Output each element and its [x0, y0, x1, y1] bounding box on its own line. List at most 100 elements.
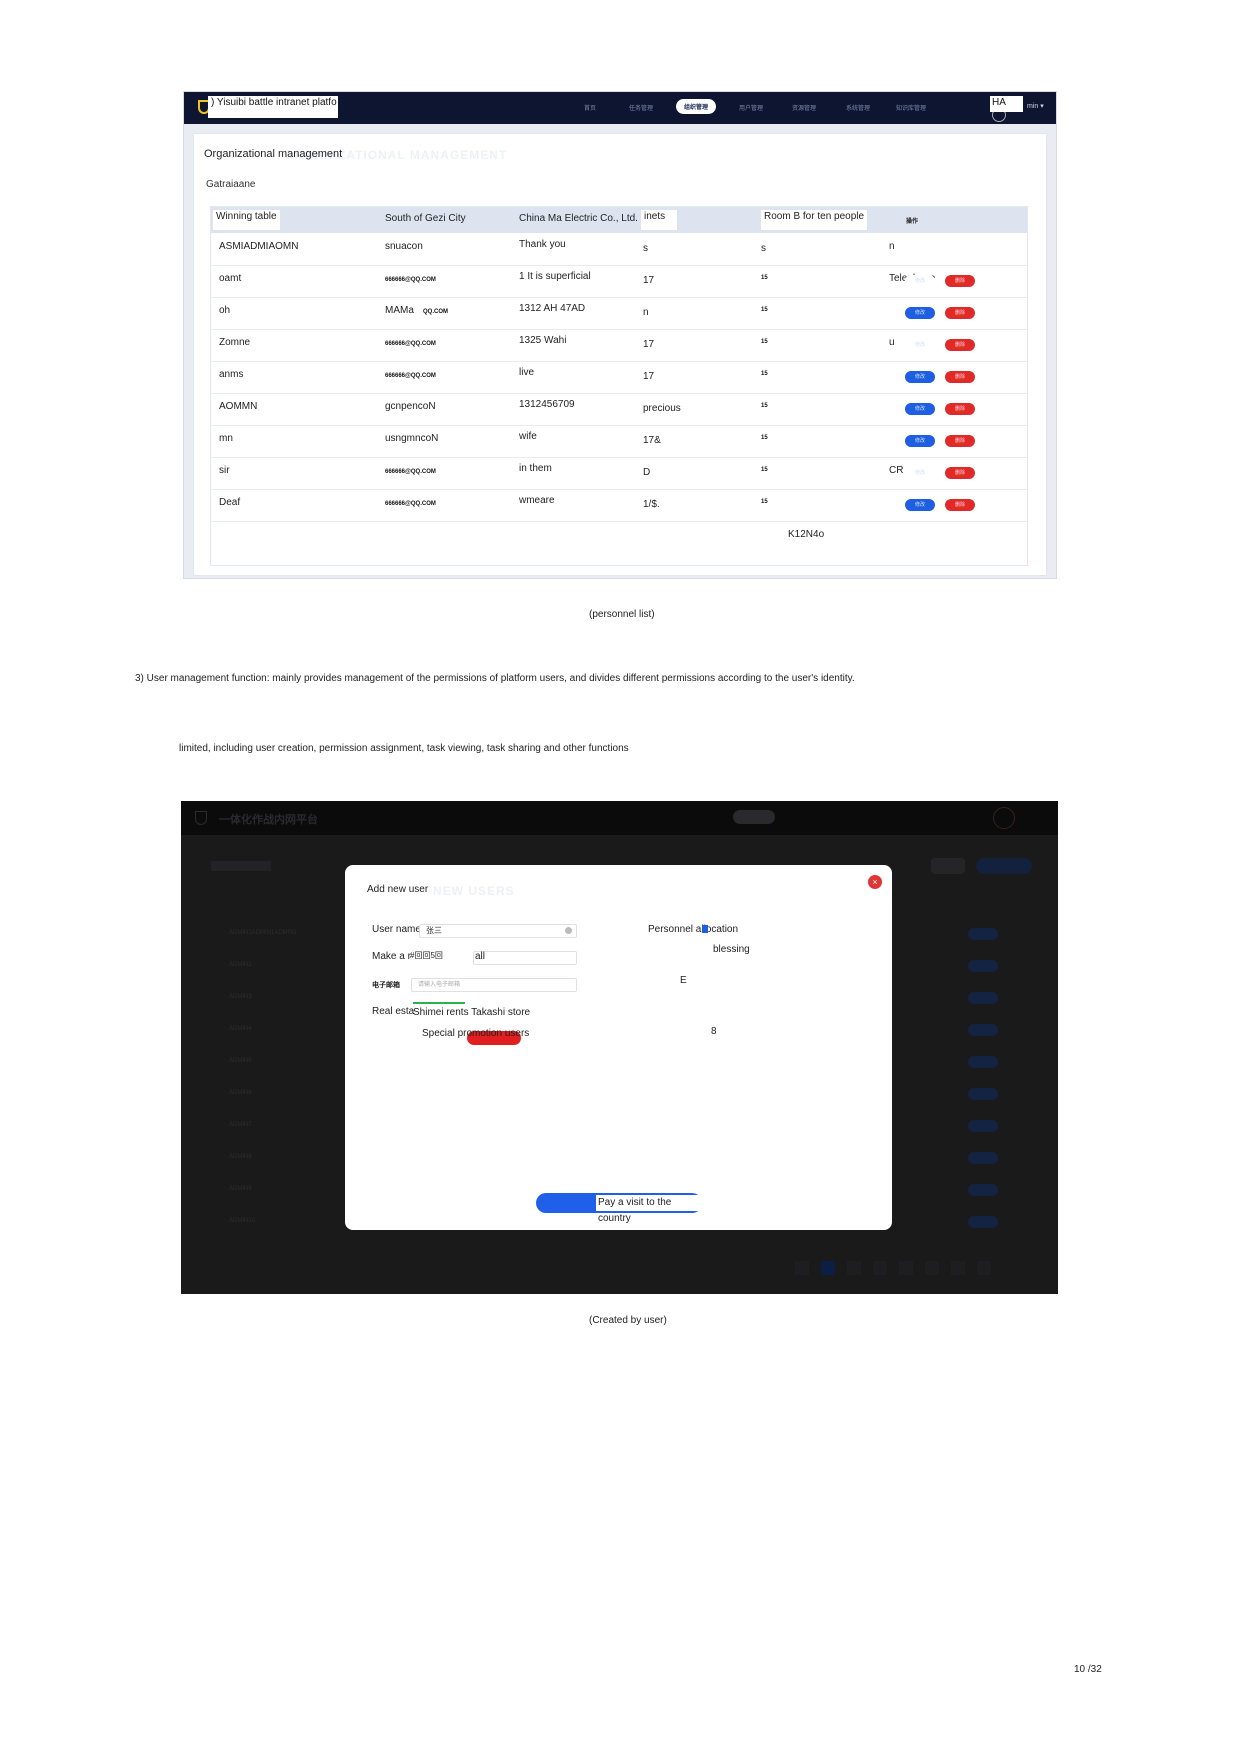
modal-title-watermark: NEW USERS	[433, 884, 515, 898]
make-value: #回回5回	[410, 951, 443, 960]
delete-button[interactable]: 删除	[945, 403, 975, 415]
username-input[interactable]: 张三	[419, 924, 577, 938]
dimmed-action-button[interactable]	[968, 1184, 998, 1196]
nav-item-home[interactable]: 首页	[584, 103, 596, 112]
table-cell: 666666@QQ.COM	[385, 501, 436, 507]
checkbox-icon[interactable]	[702, 925, 708, 933]
dimmed-page-button[interactable]	[821, 1261, 835, 1275]
delete-button[interactable]: 删除	[945, 339, 975, 351]
table-cell: n	[889, 241, 895, 252]
delete-button[interactable]: 删除	[945, 467, 975, 479]
table-cell: 15	[761, 403, 768, 409]
dimmed-row-label: ADMIN2	[229, 962, 252, 968]
dimmed-action-button[interactable]	[968, 992, 998, 1004]
dimmed-add-button[interactable]	[976, 858, 1032, 874]
table-cell: 17	[643, 371, 655, 382]
table-row: anms 666666@QQ.COM live 17 15 修改 删除	[211, 361, 1027, 394]
table-cell: wmeare	[519, 495, 555, 506]
table-cell: MAMa	[385, 305, 414, 316]
dimmed-page-button[interactable]	[795, 1261, 809, 1275]
clear-icon[interactable]	[565, 927, 572, 934]
table-cell: usngmncoN	[385, 433, 439, 444]
edit-button[interactable]: 修改	[905, 371, 935, 383]
realestate-label: Real esta	[372, 1006, 415, 1017]
edit-button[interactable]: 修改	[905, 403, 935, 415]
dimmed-action-button[interactable]	[968, 1088, 998, 1100]
username-label: User name	[372, 924, 421, 935]
edit-button[interactable]: 修改	[905, 307, 935, 319]
nav-item-knowledge[interactable]: 知识库管理	[896, 103, 926, 112]
dimmed-action-button[interactable]	[968, 1056, 998, 1068]
dimmed-page-button[interactable]	[847, 1261, 861, 1275]
nav-item-system[interactable]: 系统管理	[846, 103, 870, 112]
eight-label: 8	[711, 1026, 717, 1037]
dimmed-page-button[interactable]	[977, 1261, 991, 1275]
dimmed-button[interactable]	[931, 858, 965, 874]
column-header: South of Gezi City	[385, 213, 466, 224]
table-cell: 15	[761, 499, 768, 505]
dimmed-page-button[interactable]	[873, 1261, 887, 1275]
edit-button[interactable]: 修改	[905, 499, 935, 511]
table-cell: 1312 AH 47AD	[519, 303, 586, 314]
close-icon[interactable]: ×	[868, 875, 882, 889]
delete-button[interactable]: 删除	[945, 499, 975, 511]
top-navigation-bar: 一体化作战内网平台	[181, 801, 1058, 835]
table-cell: 15	[761, 307, 768, 313]
table-cell: 1325 Wahi	[519, 335, 567, 346]
table-cell: AOMMN	[219, 401, 258, 412]
footer-note: K12N4o	[788, 529, 825, 540]
table-cell: anms	[219, 369, 244, 380]
dimmed-row-label: ADMIN4	[229, 1026, 252, 1032]
nav-item-resources[interactable]: 资源管理	[792, 103, 816, 112]
column-header-actions: 操作	[906, 219, 919, 225]
edit-button[interactable]: 修改	[905, 275, 935, 287]
dimmed-page-button[interactable]	[899, 1261, 913, 1275]
email-placeholder: 请输入电子邮箱	[418, 982, 461, 988]
personnel-allocation-label: Personnel allocation	[648, 924, 739, 935]
make-input[interactable]	[473, 951, 577, 965]
table-row: oh MAMa 1312 AH 47AD n 15 QQ.COM 修改 删除	[211, 297, 1027, 330]
dimmed-action-button[interactable]	[968, 1024, 998, 1036]
table-cell: precious	[643, 403, 681, 414]
nav-item-tasks[interactable]: 任务管理	[629, 103, 653, 112]
email-label: 电子邮箱	[372, 982, 400, 989]
dimmed-page-button[interactable]	[925, 1261, 939, 1275]
shield-logo-icon	[195, 811, 207, 825]
dimmed-action-button[interactable]	[968, 1120, 998, 1132]
table-row: oamt 666666@QQ.COM 1 It is superficial 17 15…	[211, 265, 1027, 298]
dimmed-row-label: ADMIN6	[229, 1090, 252, 1096]
dimmed-action-button[interactable]	[968, 960, 998, 972]
delete-button[interactable]: 删除	[945, 307, 975, 319]
dimmed-action-button[interactable]	[968, 928, 998, 940]
realestate-value[interactable]: Shimei rents Takashi store	[413, 1007, 530, 1018]
email-input[interactable]: 请输入电子邮箱	[411, 978, 577, 992]
user-menu-dropdown[interactable]: min ▾	[1027, 102, 1044, 110]
nav-item-organization[interactable]: 组织管理	[676, 99, 717, 114]
dimmed-action-button[interactable]	[968, 1216, 998, 1228]
delete-button[interactable]: 删除	[945, 435, 975, 447]
nav-item-active[interactable]	[733, 810, 775, 824]
table-cell: Deaf	[219, 497, 241, 508]
dimmed-row-label: ADMIN3	[229, 994, 252, 1000]
save-button[interactable]: Pay a visit to the country	[536, 1193, 702, 1224]
dimmed-page-button[interactable]	[951, 1261, 965, 1275]
caption-created-by-user: (Created by user)	[589, 1315, 667, 1326]
selected-role-indicator	[413, 1002, 465, 1004]
edit-button[interactable]: 修改	[905, 435, 935, 447]
table-cell: u	[889, 337, 895, 348]
special-users-label: Special promotion users	[422, 1028, 530, 1039]
dimmed-action-button[interactable]	[968, 1152, 998, 1164]
delete-button[interactable]: 删除	[945, 371, 975, 383]
dimmed-row-label: ADMIN8	[229, 1154, 252, 1160]
table-cell: Thank you	[519, 239, 566, 250]
nav-item-users[interactable]: 用户管理	[739, 103, 763, 112]
table-row: Deaf 666666@QQ.COM wmeare 1/$. 15 修改 删除	[211, 489, 1027, 522]
edit-button[interactable]: 修改	[905, 339, 935, 351]
user-name[interactable]: HA	[990, 96, 1023, 112]
dimmed-row-label: ADMIN9	[229, 1186, 252, 1192]
column-header: China Ma Electric Co., Ltd.	[519, 213, 638, 224]
table-cell: 666666@QQ.COM	[385, 277, 436, 283]
user-avatar[interactable]	[993, 807, 1015, 829]
edit-button[interactable]: 修改	[905, 467, 935, 479]
delete-button[interactable]: 删除	[945, 275, 975, 287]
